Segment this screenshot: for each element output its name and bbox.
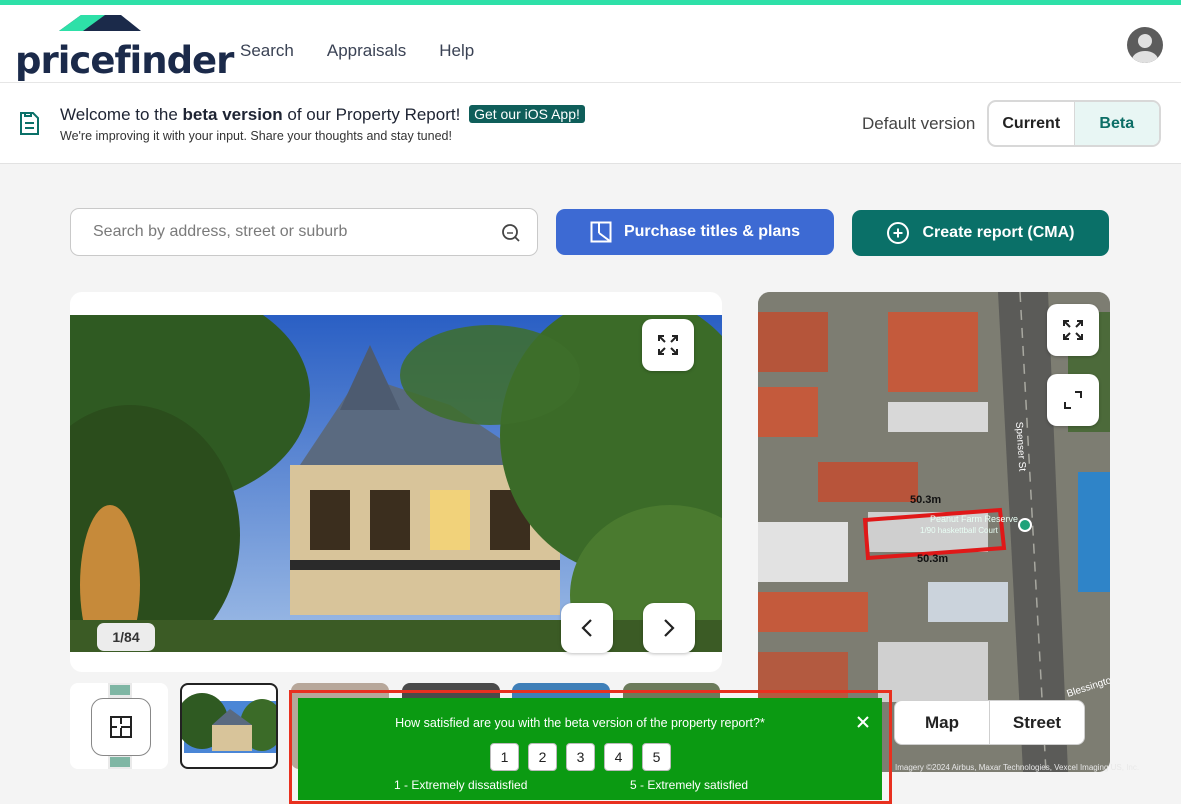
logo-mark-icon: [59, 15, 141, 31]
address-search-input[interactable]: Search by address, street or suburb: [70, 208, 538, 256]
banner-title-suffix: of our Property Report!: [282, 105, 461, 124]
survey-high-label: 5 - Extremely satisfied: [630, 778, 749, 792]
map-view-tabs: Map Street: [894, 700, 1085, 745]
photo-prev-button[interactable]: [561, 603, 613, 653]
tab-map[interactable]: Map: [895, 701, 989, 744]
banner-title-bold: beta version: [182, 105, 283, 124]
chevron-right-icon: [664, 619, 675, 637]
purchase-titles-label: Purchase titles & plans: [623, 223, 801, 240]
logo-wordmark: pricefinder: [15, 39, 234, 82]
nav-search[interactable]: Search: [240, 41, 294, 61]
property-photo[interactable]: [70, 315, 722, 652]
photo-fullscreen-button[interactable]: [642, 319, 694, 371]
thumbnail-photo-1[interactable]: [180, 683, 278, 769]
version-toggle: Current Beta: [987, 100, 1161, 147]
rating-5-button[interactable]: 5: [642, 743, 671, 771]
user-avatar[interactable]: [1127, 27, 1163, 63]
beta-banner: Welcome to the beta version of our Prope…: [0, 83, 1181, 164]
search-placeholder: Search by address, street or suburb: [93, 223, 348, 240]
survey-low-label: 1 - Extremely dissatisfied: [394, 778, 528, 792]
survey-rating-options: 1 2 3 4 5: [490, 743, 671, 771]
ios-app-badge[interactable]: Get our iOS App!: [469, 105, 585, 123]
tab-street[interactable]: Street: [989, 701, 1084, 744]
create-report-label: Create report (CMA): [922, 224, 1075, 241]
photo-gallery-card: 1/84: [70, 292, 722, 672]
map-imagery-credit: Imagery ©2024 Airbus, Maxar Technologies…: [895, 763, 1140, 772]
map-poi-label: Peanut Farm Reserve: [930, 514, 1018, 524]
satisfaction-survey: How satisfied are you with the beta vers…: [298, 698, 882, 800]
survey-question: How satisfied are you with the beta vers…: [395, 716, 765, 730]
map-measure-top: 50.3m: [910, 494, 941, 506]
main-nav: Search Appraisals Help: [240, 41, 474, 61]
close-icon[interactable]: [856, 715, 870, 729]
map-maximize-button[interactable]: [1047, 374, 1099, 426]
expand-icon: [1063, 320, 1083, 340]
plan-icon: [590, 221, 612, 243]
map-poi-sub: 1/90 haskettball Court: [920, 526, 999, 535]
user-icon: [1132, 34, 1158, 63]
photo-next-button[interactable]: [643, 603, 695, 653]
search-icon[interactable]: [501, 223, 521, 243]
thumbnail-photo-1-image: [182, 693, 276, 753]
rating-3-button[interactable]: 3: [566, 743, 595, 771]
purchase-titles-button[interactable]: Purchase titles & plans: [556, 209, 834, 255]
floorplan-button[interactable]: [91, 698, 151, 756]
pricefinder-logo[interactable]: pricefinder: [15, 15, 234, 82]
banner-subtitle: We're improving it with your input. Shar…: [60, 129, 452, 143]
banner-title-prefix: Welcome to the: [60, 105, 183, 124]
chevron-left-icon: [581, 619, 592, 637]
plus-circle-icon: [887, 222, 910, 244]
nav-help[interactable]: Help: [439, 41, 474, 61]
photo-counter: 1/84: [97, 623, 155, 651]
create-report-button[interactable]: Create report (CMA): [852, 210, 1109, 256]
floorplan-icon: [110, 716, 132, 738]
app-header: pricefinder Search Appraisals Help: [0, 5, 1181, 83]
banner-title: Welcome to the beta version of our Prope…: [60, 105, 585, 125]
rating-1-button[interactable]: 1: [490, 743, 519, 771]
default-version-label: Default version: [862, 114, 976, 133]
map-fullscreen-button[interactable]: [1047, 304, 1099, 356]
nav-appraisals[interactable]: Appraisals: [327, 41, 406, 61]
expand-icon: [658, 335, 678, 355]
maximize-corners-icon: [1064, 391, 1082, 409]
report-document-icon: [20, 112, 39, 135]
toggle-current-button[interactable]: Current: [989, 102, 1075, 145]
rating-4-button[interactable]: 4: [604, 743, 633, 771]
map-measure-bottom: 50.3m: [917, 553, 948, 565]
rating-2-button[interactable]: 2: [528, 743, 557, 771]
toggle-beta-button[interactable]: Beta: [1074, 102, 1159, 145]
